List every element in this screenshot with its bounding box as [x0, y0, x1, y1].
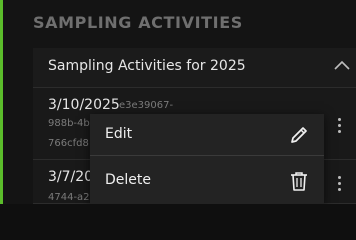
- edit-menu-item[interactable]: Edit: [90, 114, 324, 156]
- edit-label: Edit: [105, 126, 133, 142]
- activity-id: e3e39067-: [119, 100, 174, 111]
- panel-header-label: Sampling Activities for 2025: [48, 58, 246, 74]
- activity-id: 766cfd8: [48, 138, 89, 149]
- section-title: SAMPLING ACTIVITIES: [33, 13, 243, 32]
- panel-header[interactable]: Sampling Activities for 2025: [33, 48, 356, 88]
- chevron-up-icon[interactable]: [334, 59, 350, 71]
- kebab-menu-icon[interactable]: [338, 118, 342, 134]
- kebab-menu-icon[interactable]: [338, 176, 342, 192]
- activity-date: 3/7/20: [48, 169, 94, 185]
- activity-date: 3/10/2025: [48, 97, 120, 113]
- delete-menu-item[interactable]: Delete: [90, 160, 324, 202]
- sampling-activities-screen: SAMPLING ACTIVITIES Sampling Activities …: [0, 0, 356, 204]
- accent-bar: [0, 0, 3, 204]
- trash-icon: [291, 172, 307, 191]
- activity-id: 988b-4b: [48, 118, 90, 129]
- delete-label: Delete: [105, 172, 151, 188]
- activity-id: 4744-a2: [48, 192, 90, 203]
- row-context-menu: Edit Delete: [90, 114, 324, 204]
- pencil-icon: [291, 127, 307, 143]
